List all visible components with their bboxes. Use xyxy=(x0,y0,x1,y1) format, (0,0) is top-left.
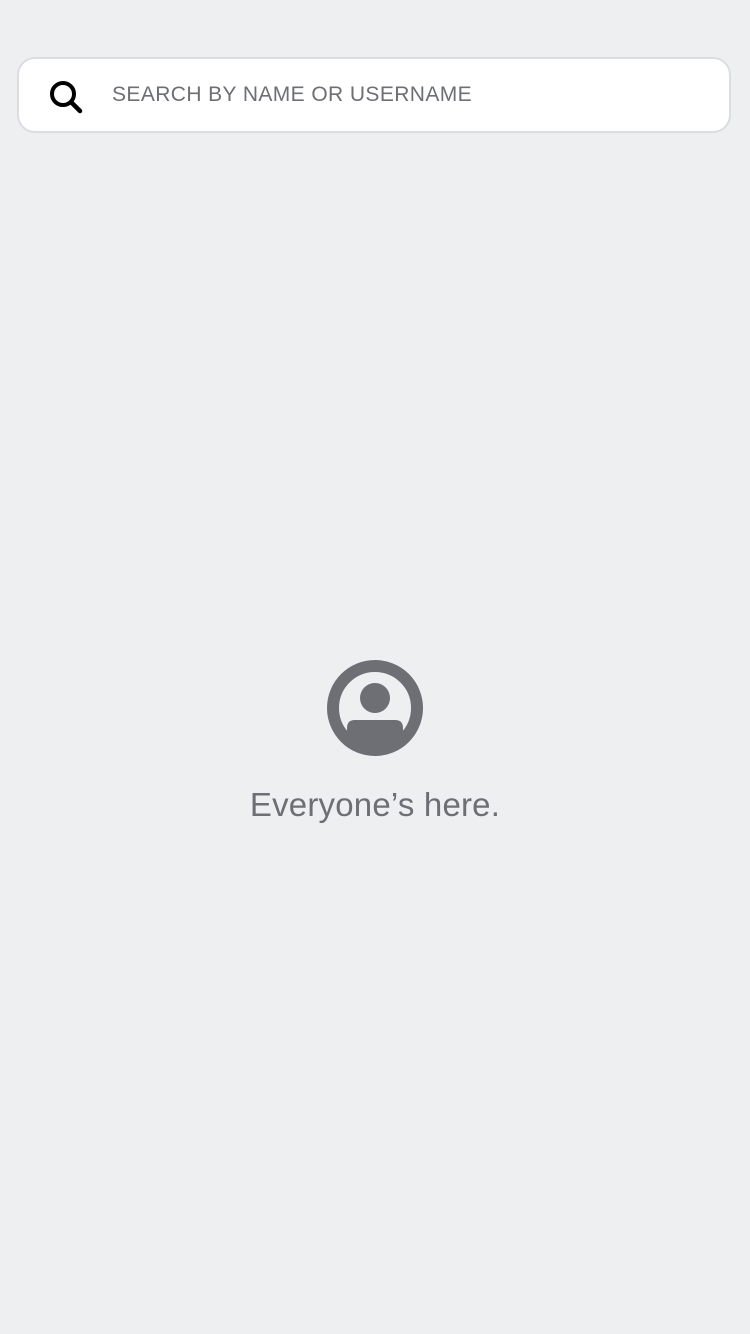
user-circle-icon xyxy=(327,660,423,756)
search-icon xyxy=(50,81,83,114)
search-bar[interactable] xyxy=(17,57,731,133)
empty-state-message: Everyone’s here. xyxy=(249,786,501,823)
empty-state: Everyone’s here. xyxy=(0,660,750,824)
search-input[interactable] xyxy=(112,59,712,131)
